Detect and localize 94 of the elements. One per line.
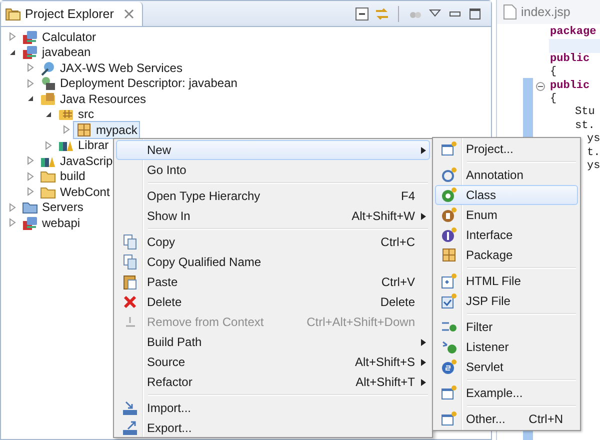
code-text: ys <box>587 133 600 147</box>
file-icon <box>503 4 517 20</box>
menu-item[interactable]: Filter <box>435 317 578 337</box>
interface-icon <box>441 227 457 243</box>
code-text: t. <box>587 146 600 160</box>
jsp-file-icon <box>441 293 457 309</box>
code-text: package <box>550 26 596 40</box>
delete-icon <box>122 294 138 310</box>
collapsed-arrow-icon[interactable] <box>44 140 52 150</box>
menu-item[interactable]: JSP File <box>435 291 578 311</box>
view-tab[interactable]: Project Explorer <box>1 2 143 26</box>
fold-icon[interactable] <box>536 82 545 91</box>
collapsed-arrow-icon[interactable] <box>62 125 70 134</box>
code-text: public <box>550 80 590 93</box>
collapsed-arrow-icon[interactable] <box>26 172 34 181</box>
menu-item[interactable]: Open Type Hierarchy F4 <box>116 186 430 206</box>
tree-item[interactable]: Servers <box>19 198 86 216</box>
menu-item[interactable]: Copy Ctrl+C <box>116 232 430 252</box>
collapsed-arrow-icon[interactable] <box>26 78 34 88</box>
tree-item[interactable]: build <box>37 167 88 186</box>
menu-item[interactable]: Export... <box>116 418 430 438</box>
close-icon[interactable] <box>124 9 134 19</box>
descriptor-icon <box>40 75 56 92</box>
collapse-all-icon[interactable] <box>354 6 370 22</box>
collapsed-arrow-icon[interactable] <box>26 156 34 166</box>
menu-item[interactable]: Project... <box>435 139 578 159</box>
tree-item[interactable]: javabean <box>19 43 94 62</box>
menu-item[interactable]: Paste Ctrl+V <box>116 272 430 292</box>
code-text: public <box>550 52 590 66</box>
tree-item[interactable]: Deployment Descriptor: javabean <box>37 74 240 92</box>
servlet-icon <box>441 359 457 375</box>
tree-item[interactable]: Calculator <box>19 28 100 46</box>
tree-item[interactable]: webapi <box>19 214 84 232</box>
tree-item[interactable]: JAX-WS Web Services <box>37 58 186 77</box>
menu-item[interactable]: Import... <box>116 398 430 418</box>
menu-item[interactable]: Class <box>435 185 578 205</box>
menu-item[interactable]: Refactor Alt+Shift+T <box>116 372 430 392</box>
menu-item[interactable]: Go Into <box>116 160 430 180</box>
package-icon <box>441 247 457 263</box>
enum-icon <box>441 207 457 223</box>
menu-item[interactable]: Package <box>435 245 578 265</box>
class-icon <box>441 187 457 203</box>
code-text: { <box>550 92 557 106</box>
code-text: ys <box>587 160 600 174</box>
tree-item[interactable]: JavaScrip <box>37 152 116 170</box>
wizard-icon <box>441 385 457 401</box>
package-icon <box>76 122 92 138</box>
tree-item[interactable]: Librar <box>55 136 112 154</box>
wizard-icon <box>441 411 457 427</box>
menu-item[interactable]: Source Alt+Shift+S <box>116 352 430 372</box>
menu-item[interactable]: Delete Delete <box>116 292 430 312</box>
listener-icon <box>441 339 457 355</box>
import-icon <box>122 400 138 416</box>
expanded-arrow-icon[interactable] <box>26 94 34 104</box>
maximize-icon[interactable] <box>467 6 483 22</box>
clipboard-icon <box>122 274 138 290</box>
project-icon <box>22 28 38 45</box>
collapsed-arrow-icon[interactable] <box>8 218 16 228</box>
expanded-arrow-icon[interactable] <box>44 110 52 119</box>
tree-item[interactable]: WebCont <box>37 182 113 201</box>
menu-item[interactable]: Other... Ctrl+N <box>435 409 578 429</box>
menu-item[interactable]: Annotation <box>435 165 578 185</box>
code-text: { <box>550 66 557 80</box>
collapsed-arrow-icon[interactable] <box>8 32 16 42</box>
menu-item[interactable]: New <box>116 140 430 160</box>
export-icon <box>122 420 138 436</box>
tree-item[interactable]: src <box>55 105 97 124</box>
project-icon <box>22 44 38 60</box>
menu-item[interactable]: HTML File <box>435 271 578 291</box>
folders-icon <box>5 6 21 22</box>
collapsed-arrow-icon[interactable] <box>8 202 16 212</box>
collapsed-arrow-icon[interactable] <box>26 187 34 196</box>
menu-item[interactable]: Interface <box>435 225 578 245</box>
code-text: st. <box>575 120 595 134</box>
expanded-arrow-icon[interactable] <box>8 48 16 57</box>
menu-item[interactable]: Copy Qualified Name <box>116 252 430 272</box>
menu-item[interactable]: Servlet <box>435 357 578 377</box>
menu-item[interactable]: Listener <box>435 337 578 357</box>
html-file-icon <box>441 273 457 289</box>
copy-icon <box>122 234 138 250</box>
wizard-icon <box>441 141 457 157</box>
collapsed-arrow-icon[interactable] <box>26 63 34 72</box>
project-icon <box>22 214 38 231</box>
tree-item[interactable]: Java Resources <box>37 90 150 108</box>
menu-item[interactable]: Example... <box>435 383 578 403</box>
menu-item[interactable]: Show In Alt+Shift+W <box>116 206 430 226</box>
tree-item[interactable]: mypack <box>73 120 140 139</box>
globe-icon <box>40 60 56 76</box>
menu-item[interactable]: Build Path <box>116 332 430 352</box>
annotation-icon <box>441 167 457 183</box>
code-text: Stu <box>575 106 595 120</box>
copy-icon <box>122 254 138 270</box>
jar-folder-icon <box>40 90 56 107</box>
menu-item[interactable]: Enum <box>435 205 578 225</box>
